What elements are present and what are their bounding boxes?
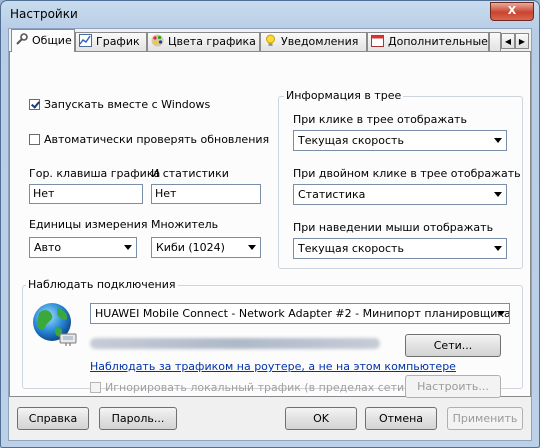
calendar-icon bbox=[371, 35, 384, 47]
hotkey-graph-field[interactable]: Нет bbox=[29, 184, 143, 204]
tray-click-value: Текущая скорость bbox=[298, 134, 404, 147]
chevron-down-icon bbox=[494, 192, 502, 197]
tab-strip: Общие График Цвета графика Уведомления Д… bbox=[9, 29, 531, 52]
help-button[interactable]: Справка bbox=[17, 407, 89, 430]
multiplier-label: Множитель bbox=[151, 218, 219, 231]
tab-notifications[interactable]: Уведомления bbox=[260, 32, 367, 51]
tab-scroll-right[interactable]: ▶ bbox=[515, 33, 529, 49]
settings-window: Настройки X Общие График Цвета графика У… bbox=[0, 0, 540, 448]
lightbulb-icon bbox=[266, 34, 275, 46]
ignore-local-label: Игнорировать локальный трафик (в предела… bbox=[105, 381, 409, 394]
general-tab-panel: Запускать вместе с Windows Автоматически… bbox=[9, 51, 531, 398]
chart-icon bbox=[79, 34, 92, 47]
autoupdate-checkbox-row[interactable]: Автоматически проверять обновления bbox=[29, 133, 269, 146]
configure-button[interactable]: Настроить... bbox=[405, 375, 501, 398]
chevron-down-icon bbox=[248, 245, 256, 250]
tab-graph-colors-label: Цвета графика bbox=[168, 35, 256, 48]
tab-graph[interactable]: График bbox=[75, 32, 147, 51]
tray-click-dropdown[interactable]: Текущая скорость bbox=[293, 130, 507, 151]
ignore-local-checkbox[interactable] bbox=[90, 382, 101, 393]
autoupdate-checkbox[interactable] bbox=[29, 134, 40, 145]
tray-hover-label: При наведении мыши отображать bbox=[293, 221, 494, 234]
tab-graph-label: График bbox=[96, 35, 140, 48]
tab-general-label: Общие bbox=[32, 34, 72, 47]
units-label: Единицы измерения bbox=[29, 218, 148, 231]
tab-advanced[interactable]: Дополнительные bbox=[367, 32, 489, 51]
ok-button[interactable]: OK bbox=[285, 407, 357, 430]
chevron-down-icon bbox=[494, 246, 502, 251]
autostart-label: Запускать вместе с Windows bbox=[44, 98, 211, 111]
title-bar[interactable]: Настройки X bbox=[1, 1, 539, 29]
close-button[interactable]: X bbox=[490, 2, 534, 21]
chevron-down-icon bbox=[494, 138, 502, 143]
tray-dblclick-label: При двойном клике в трее отображать bbox=[293, 167, 521, 180]
tray-hover-value: Текущая скорость bbox=[298, 242, 404, 255]
tray-dblclick-dropdown[interactable]: Статистика bbox=[293, 184, 507, 205]
tab-graph-colors[interactable]: Цвета графика bbox=[147, 32, 260, 51]
tray-dblclick-value: Статистика bbox=[298, 188, 366, 201]
tab-scroll-left[interactable]: ◀ bbox=[501, 33, 515, 49]
tab-overflow[interactable] bbox=[489, 32, 501, 51]
hotkey-stats-field[interactable]: Нет bbox=[151, 184, 261, 204]
units-dropdown[interactable]: Авто bbox=[29, 237, 137, 258]
apply-button[interactable]: Применить bbox=[447, 407, 523, 430]
chevron-down-icon bbox=[497, 311, 505, 316]
units-value: Авто bbox=[34, 241, 62, 254]
hotkey-graph-label: Гор. клавиша графика bbox=[29, 167, 161, 180]
tray-info-group-title: Информация в трее bbox=[284, 89, 404, 102]
tray-hover-dropdown[interactable]: Текущая скорость bbox=[293, 238, 507, 259]
cancel-button[interactable]: Отмена bbox=[365, 407, 437, 430]
palette-icon bbox=[151, 34, 164, 47]
tab-advanced-label: Дополнительные bbox=[388, 35, 488, 48]
adapter-dropdown[interactable]: HUAWEI Mobile Connect - Network Adapter … bbox=[90, 303, 510, 324]
multiplier-value: Киби (1024) bbox=[156, 241, 225, 254]
networks-button[interactable]: Сети... bbox=[405, 334, 501, 357]
password-button[interactable]: Пароль... bbox=[99, 407, 177, 430]
router-traffic-link[interactable]: Наблюдать за трафиком на роутере, а не н… bbox=[90, 360, 456, 373]
ignore-local-checkbox-row[interactable]: Игнорировать локальный трафик (в предела… bbox=[90, 381, 408, 394]
dialog-client-area: Общие График Цвета графика Уведомления Д… bbox=[8, 28, 532, 441]
hotkey-stats-label: И статистики bbox=[151, 167, 229, 180]
redacted-adapter-details bbox=[90, 338, 380, 349]
globe-network-icon bbox=[33, 303, 77, 346]
connection-group-title: Наблюдать подключения bbox=[26, 278, 178, 291]
autoupdate-label: Автоматически проверять обновления bbox=[44, 133, 270, 146]
window-title: Настройки bbox=[10, 7, 78, 21]
autostart-checkbox[interactable] bbox=[29, 99, 40, 110]
adapter-value: HUAWEI Mobile Connect - Network Adapter … bbox=[95, 307, 510, 320]
tray-click-label: При клике в трее отображать bbox=[293, 113, 467, 126]
chevron-down-icon bbox=[124, 245, 132, 250]
tab-notifications-label: Уведомления bbox=[281, 35, 359, 48]
tab-general[interactable]: Общие bbox=[11, 29, 75, 52]
multiplier-dropdown[interactable]: Киби (1024) bbox=[151, 237, 261, 258]
autostart-checkbox-row[interactable]: Запускать вместе с Windows bbox=[29, 98, 210, 111]
wrench-icon bbox=[16, 33, 28, 45]
